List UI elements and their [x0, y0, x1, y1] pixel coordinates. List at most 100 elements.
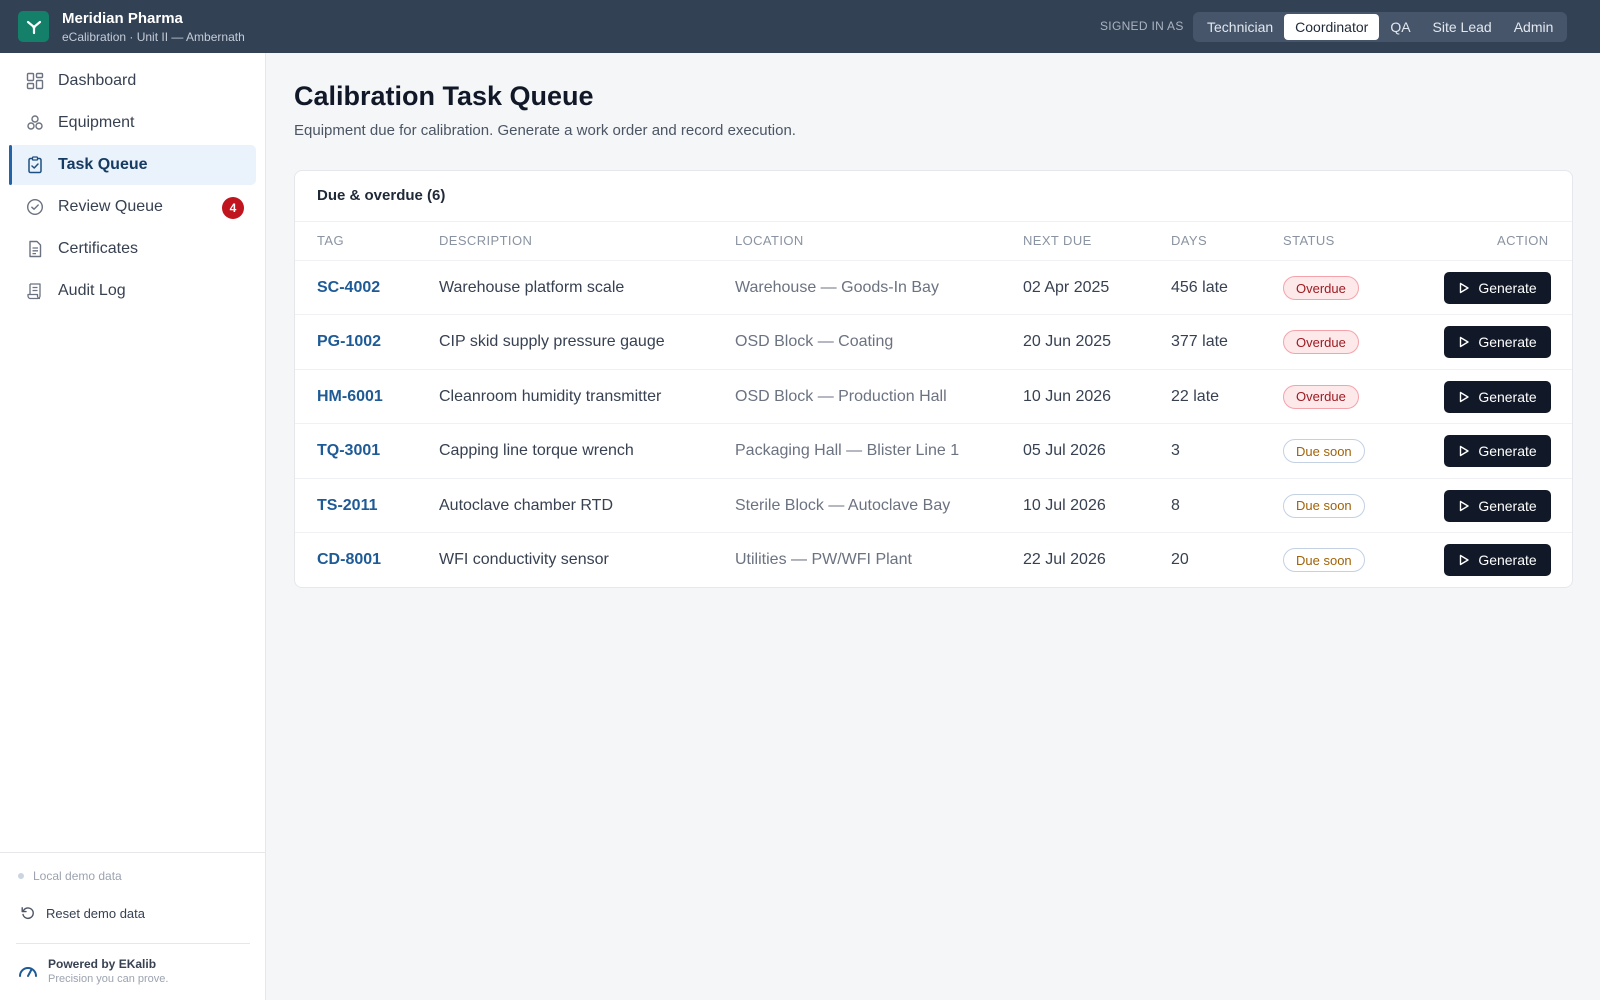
app-subtitle: eCalibration · Unit II — Ambernath [62, 30, 245, 44]
footer-divider [16, 943, 250, 944]
column-header-days: DAYS [1171, 233, 1208, 248]
equipment-tag-link[interactable]: HM-6001 [317, 388, 383, 406]
page-subtitle: Equipment due for calibration. Generate … [294, 122, 796, 139]
equipment-location: Utilities — PW/WFI Plant [735, 551, 912, 568]
generate-button[interactable]: Generate [1444, 489, 1551, 522]
local-demo-indicator: Local demo data [18, 869, 122, 883]
generate-button-label: Generate [1478, 334, 1537, 351]
generate-button[interactable]: Generate [1444, 435, 1551, 468]
generate-button-label: Generate [1478, 443, 1537, 460]
equipment-tag-link[interactable]: PG-1002 [317, 333, 381, 351]
status-dot-icon [18, 873, 24, 879]
role-qa-button[interactable]: QA [1379, 14, 1421, 40]
column-header-location: LOCATION [735, 233, 804, 248]
column-header-status: STATUS [1283, 233, 1335, 248]
role-technician-button[interactable]: Technician [1196, 14, 1284, 40]
play-icon [1460, 337, 1470, 348]
sidebar-item-label: Certificates [58, 240, 139, 257]
document-icon [29, 240, 42, 258]
table-row[interactable]: CD-8001 WFI conductivity sensor Utilities … [295, 532, 1572, 586]
page-title: Calibration Task Queue [294, 81, 594, 111]
role-switcher: Technician Coordinator QA Site Lead Admi… [1193, 12, 1568, 42]
generate-button[interactable]: Generate [1444, 380, 1551, 413]
status-badge: Due soon [1283, 493, 1365, 518]
clipboard-check-icon [28, 156, 42, 174]
generate-button-label: Generate [1478, 497, 1537, 514]
equipment-description: Warehouse platform scale [439, 279, 625, 296]
local-demo-label: Local demo data [33, 869, 122, 883]
reset-icon [21, 907, 34, 920]
generate-button[interactable]: Generate [1444, 272, 1551, 304]
play-icon [1460, 391, 1470, 402]
table-row[interactable]: SC-4002 Warehouse platform scale Warehouse… [295, 260, 1572, 314]
app-name: Meridian Pharma [62, 10, 183, 27]
status-badge: Overdue [1283, 276, 1359, 300]
sidebar-item-label: Equipment [58, 114, 135, 131]
column-header-next-due: NEXT DUE [1023, 233, 1092, 248]
next-due-date: 10 Jul 2026 [1023, 496, 1106, 514]
generate-button[interactable]: Generate [1444, 326, 1551, 359]
equipment-tag-link[interactable]: TS-2011 [317, 497, 377, 515]
days-value: 8 [1171, 496, 1180, 514]
powered-by-title: Powered by EKalib [48, 957, 157, 971]
card-title: Due & overdue (6) [317, 187, 446, 204]
equipment-icon [27, 115, 43, 130]
logo-icon [26, 20, 41, 34]
sidebar-item-review-queue[interactable]: Review Queue 4 [10, 187, 256, 227]
sidebar-item-audit-log[interactable]: Audit Log [10, 271, 256, 311]
reset-demo-button[interactable]: Reset demo data [20, 901, 145, 925]
equipment-description: Cleanroom humidity transmitter [439, 387, 662, 405]
equipment-tag-link[interactable]: CD-8001 [317, 551, 381, 569]
scroll-icon [27, 283, 41, 300]
sidebar-footer: Local demo data Reset demo data Powered … [0, 852, 265, 1000]
status-badge: Due soon [1283, 548, 1365, 572]
sidebar-item-dashboard[interactable]: Dashboard [10, 61, 256, 101]
sidebar-item-certificates[interactable]: Certificates [10, 229, 256, 269]
equipment-description: WFI conductivity sensor [439, 551, 609, 568]
play-icon [1460, 500, 1470, 511]
equipment-location: OSD Block — Production Hall [735, 387, 947, 405]
generate-button[interactable]: Generate [1444, 544, 1551, 576]
next-due-date: 22 Jul 2026 [1023, 551, 1106, 568]
sidebar-item-label: Task Queue [58, 156, 148, 173]
app-logo[interactable] [18, 11, 49, 42]
equipment-location: OSD Block — Coating [735, 333, 894, 351]
column-header-description: DESCRIPTION [439, 233, 533, 248]
equipment-tag-link[interactable]: SC-4002 [317, 279, 380, 297]
days-value: 3 [1171, 442, 1180, 460]
play-icon [1460, 445, 1470, 457]
sidebar-item-equipment[interactable]: Equipment [10, 103, 256, 143]
status-badge: Due soon [1283, 439, 1365, 464]
equipment-location: Warehouse — Goods-In Bay [735, 279, 939, 296]
days-value: 20 [1171, 551, 1189, 568]
next-due-date: 05 Jul 2026 [1023, 442, 1106, 460]
equipment-tag-link[interactable]: TQ-3001 [317, 442, 380, 460]
role-admin-button[interactable]: Admin [1503, 14, 1565, 40]
table-row[interactable]: TQ-3001 Capping line torque wrench Packagi… [295, 423, 1572, 477]
next-due-date: 10 Jun 2026 [1023, 387, 1112, 405]
equipment-location: Sterile Block — Autoclave Bay [735, 496, 951, 514]
role-site-lead-button[interactable]: Site Lead [1422, 14, 1503, 40]
sidebar: Dashboard Equipment Task Queue Review Qu… [0, 53, 266, 1000]
sidebar-item-task-queue[interactable]: Task Queue [9, 145, 256, 185]
sidebar-item-label: Audit Log [58, 282, 126, 299]
role-coordinator-button[interactable]: Coordinator [1284, 14, 1380, 40]
equipment-location: Packaging Hall — Blister Line 1 [735, 442, 960, 460]
next-due-date: 20 Jun 2025 [1023, 333, 1112, 351]
next-due-date: 02 Apr 2025 [1023, 279, 1110, 296]
column-header-tag: TAG [317, 233, 344, 248]
status-badge: Overdue [1283, 330, 1359, 355]
top-bar: Meridian Pharma eCalibration · Unit II —… [0, 0, 1600, 53]
table-row[interactable]: HM-6001 Cleanroom humidity transmitter OSD… [295, 368, 1572, 423]
check-circle-icon [26, 198, 44, 216]
powered-by: Powered by EKalib Precision you can prov… [18, 956, 168, 986]
equipment-description: CIP skid supply pressure gauge [439, 333, 665, 351]
play-icon [1460, 554, 1470, 566]
task-queue-card: Due & overdue (6) TAG DESCRIPTION LOCATI… [294, 170, 1573, 588]
days-value: 377 late [1171, 333, 1228, 351]
table-row[interactable]: TS-2011 Autoclave chamber RTD Sterile Bloc… [295, 477, 1572, 532]
status-badge: Overdue [1283, 384, 1359, 409]
sidebar-item-label: Review Queue [58, 198, 163, 215]
card-divider [295, 221, 1572, 222]
table-row[interactable]: PG-1002 CIP skid supply pressure gauge OSD… [295, 314, 1572, 368]
